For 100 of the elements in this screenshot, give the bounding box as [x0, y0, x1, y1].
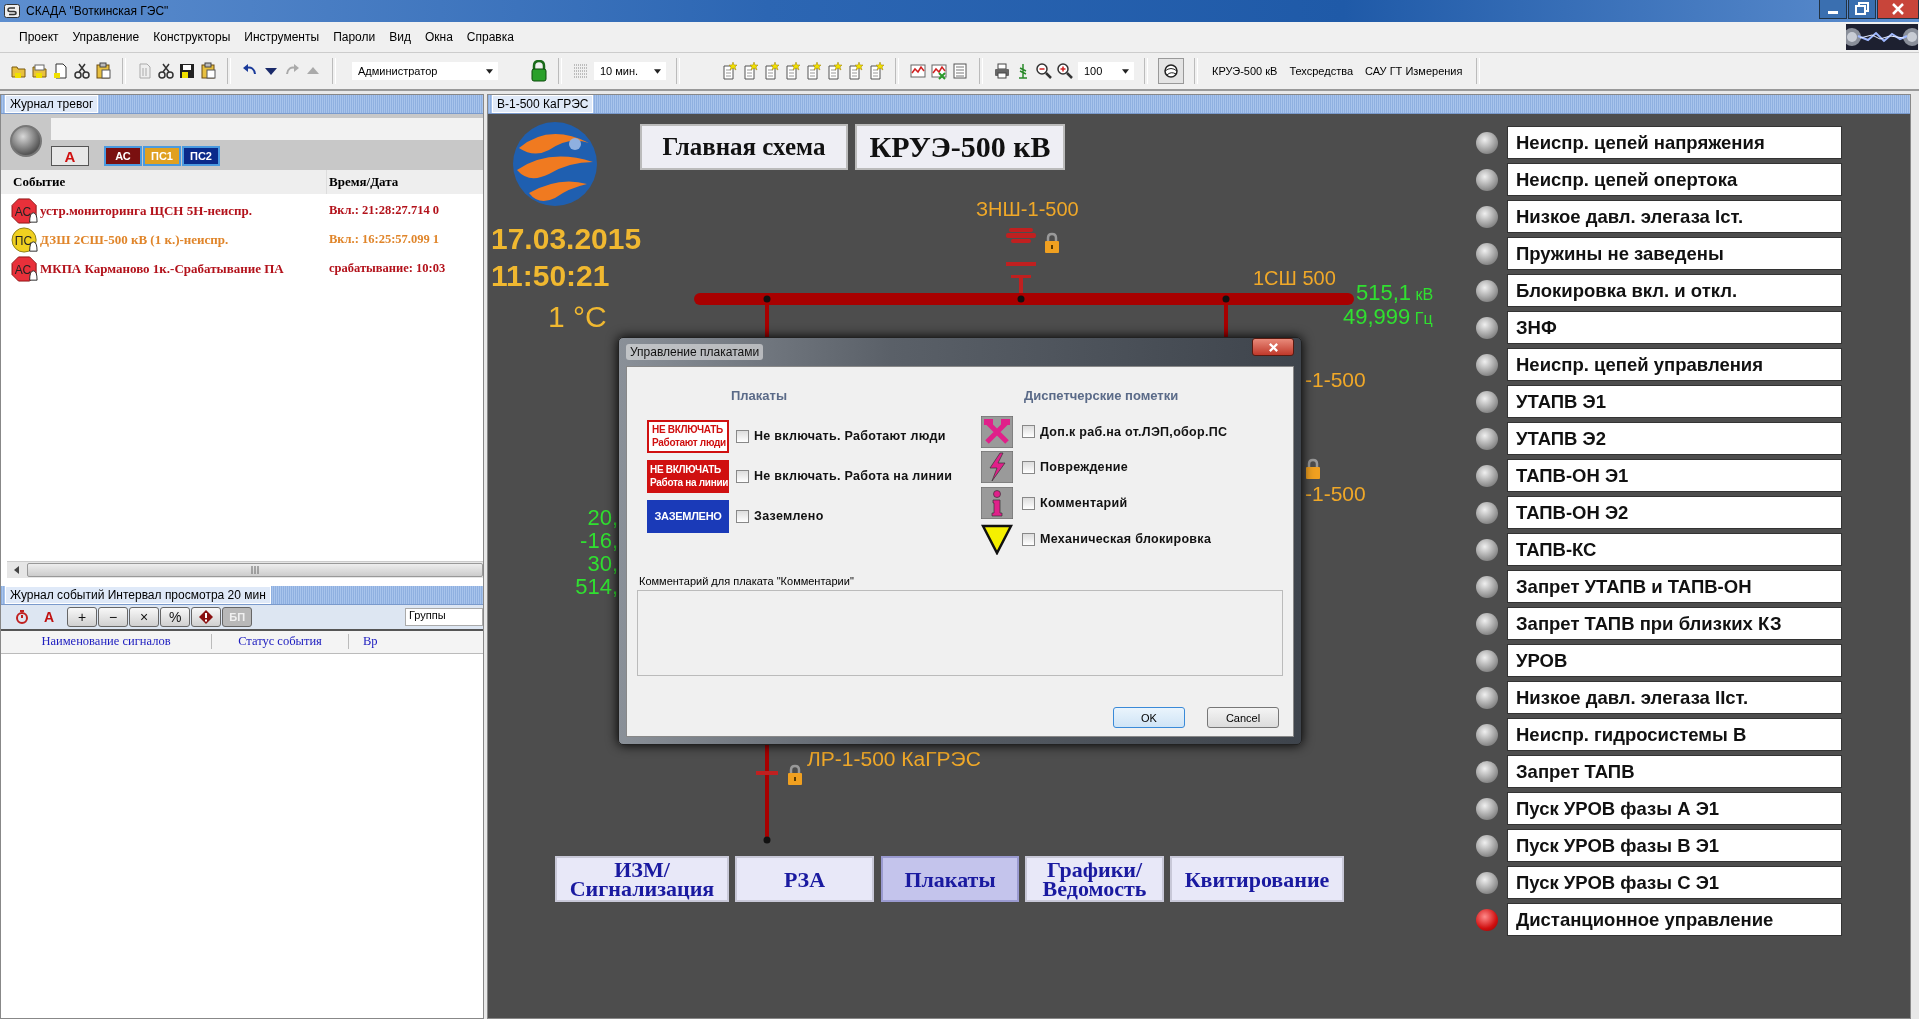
lock-icon[interactable]	[530, 60, 548, 82]
floppy-icon[interactable]	[178, 62, 196, 80]
menu-item[interactable]: Справка	[459, 30, 521, 44]
menu-item[interactable]: Управление	[65, 30, 147, 44]
document-icon[interactable]	[804, 62, 822, 80]
scroll-left-icon[interactable]	[13, 564, 21, 575]
printer-icon[interactable]	[993, 62, 1011, 80]
checkbox[interactable]	[1022, 496, 1035, 510]
column-header[interactable]: Статус события	[212, 634, 349, 649]
panel-title: Журнал тревог	[5, 95, 99, 113]
measurement-value: 20,	[587, 506, 618, 529]
column-header[interactable]: Время/Дата	[327, 174, 483, 190]
scheme-title-button[interactable]: КРУЭ-500 кВ	[855, 124, 1065, 170]
timer-icon[interactable]	[15, 609, 29, 624]
warning-sign: ЗАЗЕМЛЕНО	[647, 499, 729, 533]
lightning-icon	[981, 451, 1013, 484]
zoom-in-icon[interactable]	[1056, 62, 1074, 80]
tool-button[interactable]: +	[67, 606, 98, 627]
comment-field[interactable]	[637, 590, 1283, 676]
date-text: 17.03.2015	[491, 222, 642, 256]
dialog-button[interactable]: Cancel	[1207, 707, 1279, 728]
scroll-thumb[interactable]	[27, 562, 483, 577]
warning-triangle-icon	[981, 523, 1013, 556]
zoom-select[interactable]: 100	[1078, 62, 1134, 80]
clipboard-icon[interactable]	[199, 62, 217, 80]
menu-item[interactable]: Проект	[12, 30, 66, 44]
app-icon	[4, 4, 20, 18]
minimize-icon[interactable]	[1819, 0, 1847, 19]
document-icon[interactable]	[762, 62, 780, 80]
menu-item[interactable]: Вид	[382, 30, 418, 44]
dialog-button[interactable]: OK	[1113, 707, 1185, 728]
filter-button[interactable]: АС	[104, 146, 142, 166]
tool-button[interactable]: ×	[129, 606, 160, 627]
interval-select[interactable]: 10 мин.	[594, 62, 666, 80]
alarm-badge-icon: ПС	[11, 226, 39, 253]
nav-button[interactable]: Квитирование	[1170, 856, 1344, 902]
menu-item[interactable]: Инструменты	[237, 30, 327, 44]
checkbox-label[interactable]: Комментарий	[1040, 496, 1128, 511]
column-header[interactable]: Вр	[349, 634, 378, 649]
checkbox-label[interactable]: Доп.к раб.на от.ЛЭП,обор.ПС	[1040, 424, 1228, 439]
document-icon[interactable]	[867, 62, 885, 80]
tool-button[interactable]: %	[160, 606, 191, 627]
toggle-button[interactable]	[1158, 58, 1184, 84]
checkbox-label[interactable]: Не включать. Работа на линии	[754, 469, 953, 483]
nav-button[interactable]: Графики/ Ведомость	[1025, 856, 1164, 902]
signal-label: ТАПВ-КС	[1507, 533, 1842, 566]
tool-button[interactable]: −	[98, 606, 129, 627]
temperature-text: 1 °C	[548, 300, 607, 334]
column-header[interactable]: Событие	[1, 170, 327, 194]
document-icon[interactable]	[783, 62, 801, 80]
checkbox-label[interactable]: Заземлено	[754, 509, 824, 523]
document-icon[interactable]	[741, 62, 759, 80]
column-header[interactable]: Наименование сигналов	[1, 634, 212, 649]
menu-item[interactable]: Пароли	[326, 30, 383, 44]
checkbox[interactable]	[1022, 460, 1035, 474]
groups-select[interactable]: Группы	[405, 607, 483, 626]
folder-icon[interactable]	[31, 62, 49, 80]
signal-label: Пуск УРОВ фазы А Э1	[1507, 792, 1842, 825]
menu-item[interactable]: Конструкторы	[146, 30, 238, 44]
document-icon[interactable]	[825, 62, 843, 80]
toolbar-link[interactable]: САУ ГТ Измерения	[1361, 65, 1467, 77]
filter-button[interactable]: A	[51, 146, 89, 166]
document-icon[interactable]	[720, 62, 738, 80]
checkbox-label[interactable]: Повреждение	[1040, 460, 1128, 475]
close-button[interactable]	[1252, 338, 1294, 356]
message-field[interactable]	[51, 118, 483, 140]
scissors-icon[interactable]	[73, 62, 91, 80]
checkbox[interactable]	[736, 429, 749, 443]
switch-label: ЛР-1-500 КаГРЭС	[807, 747, 981, 771]
checkbox[interactable]	[1022, 425, 1035, 439]
checkbox[interactable]	[736, 469, 749, 483]
restore-icon[interactable]	[1848, 0, 1876, 19]
clipboard-icon[interactable]	[94, 62, 112, 80]
nav-button[interactable]: Плакаты	[881, 856, 1019, 902]
zoom-out-icon[interactable]	[1035, 62, 1053, 80]
font-letter-button[interactable]: A	[44, 608, 55, 625]
signal-label: Неиспр. цепей управления	[1507, 348, 1842, 381]
checkbox[interactable]	[1022, 532, 1035, 546]
signal-label: ЗНФ	[1507, 311, 1842, 344]
nav-button[interactable]: РЗА	[735, 856, 874, 902]
document-icon[interactable]	[846, 62, 864, 80]
signal-label: Дистанционное управление	[1507, 903, 1842, 936]
checkbox-label[interactable]: Не включать. Работают люди	[754, 429, 946, 443]
checkbox-label[interactable]: Механическая блокировка	[1040, 532, 1212, 547]
scheme-title-button[interactable]: Главная схема	[640, 124, 848, 170]
scissors-icon[interactable]	[157, 62, 175, 80]
tool-button[interactable]	[191, 606, 222, 627]
table-icon[interactable]	[951, 62, 969, 80]
scrollbar[interactable]	[7, 560, 483, 578]
toolbar-link[interactable]: КРУЭ-500 кВ	[1208, 65, 1282, 77]
measurement-value: 514,	[575, 575, 618, 598]
nav-button[interactable]: ИЗМ/ Сигнализация	[555, 856, 729, 902]
filter-button[interactable]: ПС2	[182, 146, 220, 166]
user-select[interactable]: Администратор	[352, 62, 498, 80]
chart-icon[interactable]	[909, 62, 927, 80]
close-icon[interactable]	[1877, 0, 1919, 19]
checkbox[interactable]	[736, 509, 749, 523]
menu-item[interactable]: Окна	[417, 30, 460, 44]
toolbar-link[interactable]: Техсредства	[1285, 65, 1358, 77]
chart-icon[interactable]	[930, 62, 948, 80]
